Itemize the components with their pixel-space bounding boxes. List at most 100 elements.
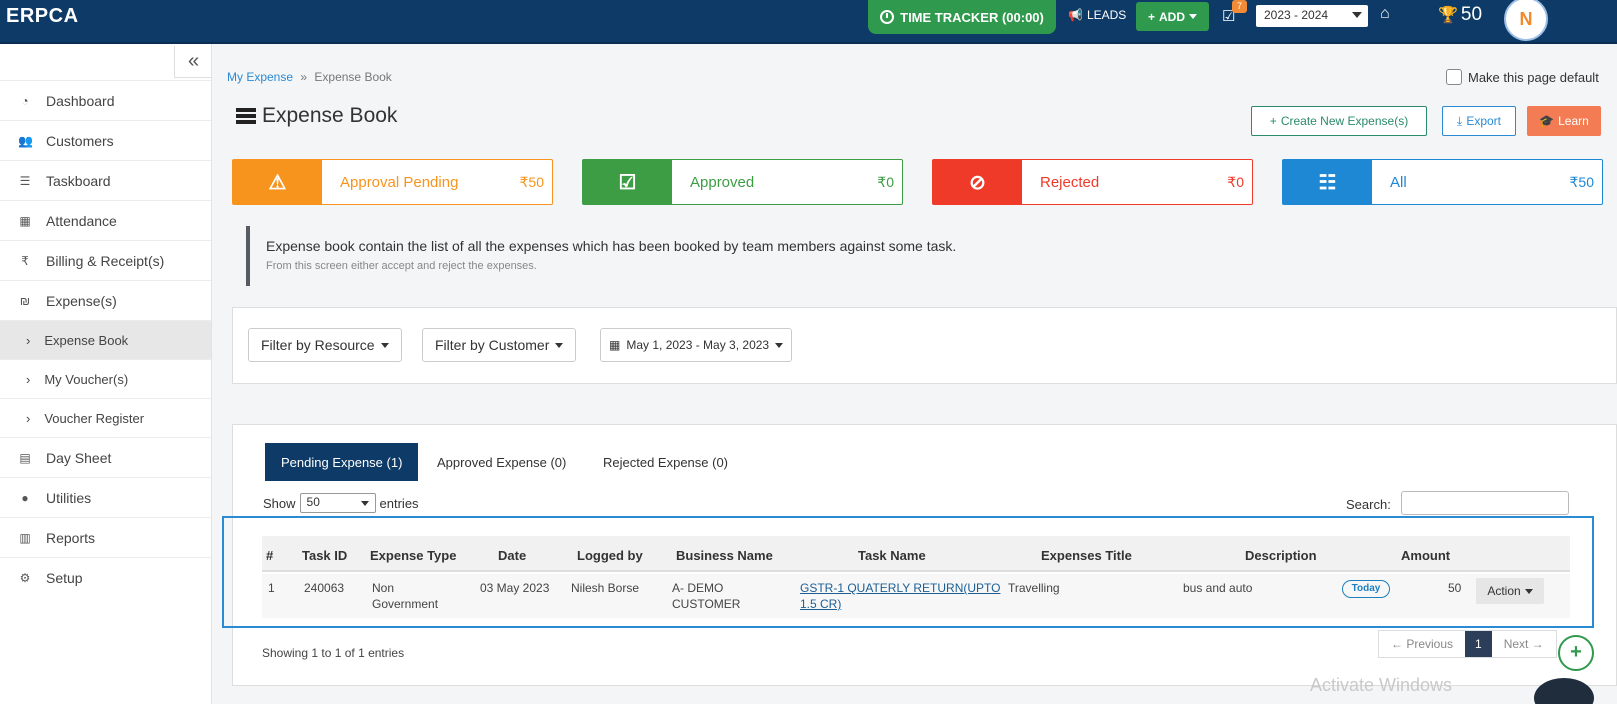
column-header-amount[interactable]: Amount — [1401, 548, 1450, 563]
sidebar: « ◔ Dashboard 👥 Customers ☰ Taskboard ▦ … — [0, 44, 212, 704]
brand-logo[interactable]: ERPCA — [6, 5, 79, 28]
sidebar-item-utilities[interactable]: ● Utilities — [0, 477, 211, 517]
status-card-pending[interactable]: ⚠ Approval Pending ₹50 — [232, 159, 553, 205]
status-card-approved[interactable]: ☑ Approved ₹0 — [582, 159, 903, 205]
sidebar-item-label: Utilities — [46, 489, 92, 506]
home-icon[interactable]: ⌂ — [1380, 5, 1390, 23]
info-line-2: From this screen either accept and rejec… — [266, 260, 537, 272]
column-header-description[interactable]: Description — [1245, 548, 1317, 563]
date-range-label: May 1, 2023 - May 3, 2023 — [626, 338, 770, 352]
sidebar-item-label: Reports — [46, 529, 96, 546]
add-label: ADD — [1159, 9, 1185, 24]
sidebar-item-expenses[interactable]: ₪ Expense(s) — [0, 280, 211, 320]
cell-expenses-title: Travelling — [1008, 581, 1060, 595]
collapse-sidebar-button[interactable]: « — [174, 46, 212, 78]
time-tracker-button[interactable]: TIME TRACKER (00:00) — [868, 0, 1056, 34]
status-card-rejected[interactable]: ⊘ Rejected ₹0 — [932, 159, 1253, 205]
tab-approved-expense[interactable]: Approved Expense (0) — [421, 443, 582, 481]
chevron-right-icon: › — [26, 371, 31, 387]
table-info: Showing 1 to 1 of 1 entries — [262, 646, 405, 660]
row-action-button[interactable]: Action — [1476, 578, 1544, 604]
date-range-button[interactable]: ▦ May 1, 2023 - May 3, 2023 — [600, 328, 793, 362]
pagination: ← Previous 1 Next → — [1378, 630, 1557, 658]
breadcrumb-separator: » — [300, 70, 308, 84]
breadcrumb-my-expense[interactable]: My Expense — [227, 70, 293, 84]
top-navbar: ERPCA TIME TRACKER (00:00) 📢 LEADS + ADD… — [0, 0, 1617, 44]
reports-icon: ▥ — [19, 530, 31, 545]
learn-label: Learn — [1558, 114, 1589, 128]
floating-add-button[interactable]: + — [1558, 635, 1594, 671]
plus-icon: + — [1147, 9, 1155, 24]
sidebar-item-attendance[interactable]: ▦ Attendance — [0, 200, 211, 240]
ban-icon: ⊘ — [933, 160, 1022, 204]
sidebar-item-customers[interactable]: 👥 Customers — [0, 120, 211, 160]
sidebar-item-day-sheet[interactable]: ▤ Day Sheet — [0, 437, 211, 477]
column-header-business-name[interactable]: Business Name — [676, 548, 773, 563]
daysheet-icon: ▤ — [19, 450, 31, 465]
make-default-toggle[interactable]: Make this page default — [1446, 69, 1599, 85]
column-header-task-name[interactable]: Task Name — [858, 548, 926, 563]
add-button[interactable]: + ADD — [1136, 2, 1209, 31]
pagination-page-1[interactable]: 1 — [1465, 631, 1492, 657]
sidebar-item-billing[interactable]: ₹ Billing & Receipt(s) — [0, 240, 211, 280]
sidebar-item-reports[interactable]: ▥ Reports — [0, 517, 211, 557]
make-default-checkbox[interactable] — [1446, 69, 1462, 85]
tab-rejected-expense[interactable]: Rejected Expense (0) — [587, 443, 744, 481]
column-header-number[interactable]: # — [266, 548, 273, 563]
sidebar-item-voucher-register[interactable]: › Voucher Register — [0, 398, 211, 437]
entries-label: entries — [379, 495, 419, 511]
export-button[interactable]: ⤓ Export — [1442, 106, 1516, 136]
info-callout: Expense book contain the list of all the… — [246, 226, 1596, 286]
sidebar-item-my-vouchers[interactable]: › My Voucher(s) — [0, 359, 211, 398]
filter-panel: Filter by Resource Filter by Customer ▦ … — [232, 307, 1617, 384]
make-default-label: Make this page default — [1468, 69, 1599, 85]
column-header-expenses-title[interactable]: Expenses Title — [1041, 548, 1132, 563]
avatar[interactable]: N — [1504, 0, 1548, 41]
pagination-previous[interactable]: ← Previous — [1379, 631, 1465, 657]
cell-date: 03 May 2023 — [480, 581, 550, 595]
expense-type-line2: Government — [372, 597, 439, 611]
financial-year-select[interactable]: 2023 - 2024 — [1256, 5, 1368, 27]
learn-button[interactable]: 🎓 Learn — [1527, 106, 1601, 136]
filter-resource-button[interactable]: Filter by Resource — [248, 328, 402, 362]
utilities-icon: ● — [21, 490, 29, 505]
column-header-date[interactable]: Date — [498, 548, 526, 563]
chevron-down-icon — [1524, 588, 1533, 594]
column-header-expense-type[interactable]: Expense Type — [370, 548, 456, 563]
sidebar-item-taskboard[interactable]: ☰ Taskboard — [0, 160, 211, 200]
filter-customer-button[interactable]: Filter by Customer — [422, 328, 577, 362]
tab-pending-expense[interactable]: Pending Expense (1) — [265, 443, 419, 481]
sidebar-item-expense-book[interactable]: › Expense Book — [0, 320, 211, 359]
column-header-task-id[interactable]: Task ID — [302, 548, 347, 563]
card-label: All — [1390, 173, 1407, 191]
leads-button[interactable]: 📢 LEADS — [1068, 8, 1126, 22]
entries-select[interactable]: 50 — [299, 493, 376, 513]
sidebar-item-label: Expense Book — [44, 332, 129, 348]
notification-badge: 7 — [1232, 0, 1247, 13]
points-display[interactable]: 🏆 50 — [1438, 4, 1482, 26]
list-icon: ☷ — [1283, 160, 1372, 204]
pagination-next[interactable]: Next → — [1492, 631, 1556, 657]
status-card-all[interactable]: ☷ All ₹50 — [1282, 159, 1603, 205]
create-expense-button[interactable]: + Create New Expense(s) — [1251, 106, 1427, 136]
sidebar-item-label: Voucher Register — [44, 410, 145, 426]
cell-task-id: 240063 — [304, 581, 345, 595]
time-tracker-label: TIME TRACKER (00:00) — [900, 9, 1044, 25]
card-label: Rejected — [1040, 173, 1100, 191]
column-header-logged-by[interactable]: Logged by — [577, 548, 643, 563]
action-label: Action — [1487, 584, 1521, 598]
check-square-icon: ☑ — [583, 160, 672, 204]
search-input[interactable] — [1401, 491, 1569, 515]
task-name-link[interactable]: GSTR-1 QUATERLY RETURN(UPTO 1.5 CR) — [800, 580, 1000, 612]
filter-resource-label: Filter by Resource — [261, 337, 375, 353]
chevron-down-icon — [555, 342, 564, 348]
entries-length-control: Show 50 entries — [263, 493, 419, 513]
sidebar-item-dashboard[interactable]: ◔ Dashboard — [0, 80, 211, 120]
cell-number: 1 — [268, 581, 275, 595]
taskboard-icon: ☰ — [19, 173, 31, 188]
plus-icon: + — [1269, 114, 1277, 128]
task-name-line2: 1.5 CR) — [800, 597, 842, 611]
sidebar-item-setup[interactable]: ⚙ Setup — [0, 557, 211, 597]
export-label: Export — [1466, 114, 1501, 128]
trophy-icon: 🏆 — [1438, 7, 1458, 24]
